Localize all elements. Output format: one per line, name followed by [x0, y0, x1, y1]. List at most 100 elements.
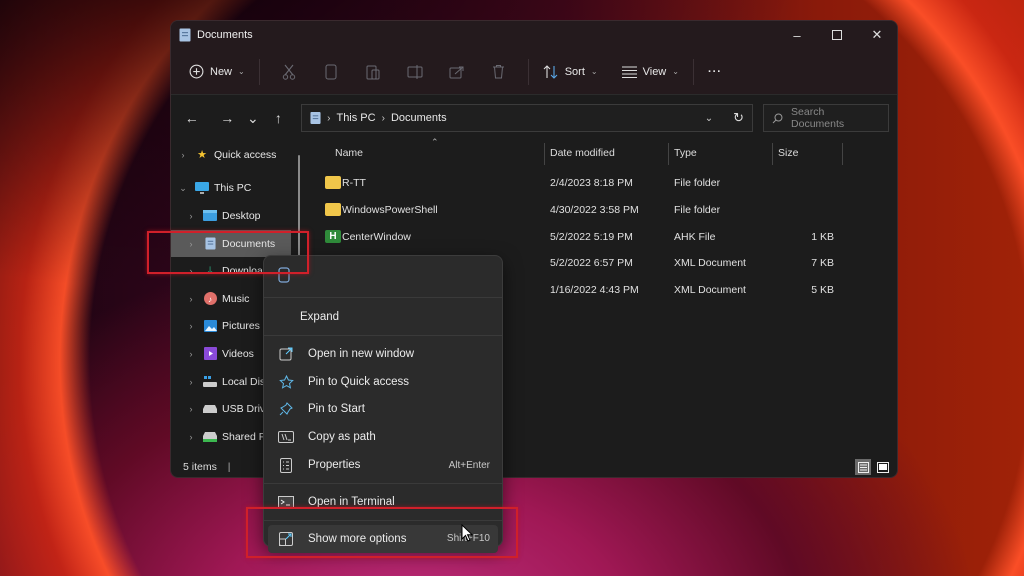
column-header-type[interactable]: Type — [674, 147, 697, 159]
chevron-right-icon[interactable]: › — [185, 294, 197, 304]
menu-item-open-new-window[interactable]: Open in new window — [264, 340, 502, 368]
sidebar-item-desktop[interactable]: › Desktop — [171, 202, 301, 230]
chevron-right-icon[interactable]: › — [185, 432, 197, 442]
column-divider[interactable] — [668, 143, 669, 165]
rename-button[interactable] — [394, 64, 436, 79]
sidebar-item-quick-access[interactable]: › ★ Quick access — [171, 141, 301, 169]
details-view-button[interactable] — [855, 459, 871, 475]
chevron-right-icon[interactable]: › — [177, 150, 189, 160]
item-count: 5 items — [183, 461, 217, 473]
file-date: 2/4/2023 8:18 PM — [550, 177, 633, 189]
menu-item-properties[interactable]: Properties Alt+Enter — [264, 451, 502, 479]
chevron-right-icon[interactable]: › — [185, 211, 197, 221]
usb-drive-icon — [203, 402, 217, 416]
chevron-right-icon[interactable]: › — [185, 404, 197, 414]
chevron-right-icon[interactable]: › — [185, 239, 197, 249]
ahk-file-icon: H — [325, 229, 341, 243]
context-menu: Expand Open in new window Pin to Quick a… — [263, 255, 503, 553]
sidebar-item-documents[interactable]: › Documents — [171, 229, 291, 258]
view-label: View — [642, 65, 667, 78]
menu-item-open-terminal[interactable]: Open in Terminal — [264, 488, 502, 516]
chevron-right-icon[interactable]: › — [185, 266, 197, 276]
search-placeholder: Search Documents — [791, 106, 845, 130]
divider — [692, 58, 694, 85]
address-bar[interactable]: › This PC › Documents ⌄ ↻ — [301, 104, 754, 132]
cut-button[interactable] — [268, 64, 310, 80]
shortcut-hint: Alt+Enter — [448, 459, 490, 471]
search-input[interactable]: Search Documents — [763, 104, 890, 132]
sidebar-item-this-pc[interactable]: ⌄ This PC — [171, 175, 301, 203]
column-divider[interactable] — [842, 143, 843, 165]
copy-icon[interactable] — [278, 267, 290, 286]
more-options-button[interactable]: ··· — [702, 60, 728, 84]
new-button[interactable]: New ⌄ — [183, 58, 251, 85]
documents-icon — [179, 28, 191, 42]
file-type: XML Document — [674, 257, 746, 270]
file-row[interactable]: R-TT 2/4/2023 8:18 PM File folder — [311, 170, 897, 197]
column-divider[interactable] — [772, 143, 773, 165]
file-row[interactable]: WindowsPowerShell 4/30/2022 3:58 PM File… — [311, 197, 897, 224]
folder-icon — [325, 202, 341, 216]
scissors-icon — [282, 64, 295, 80]
refresh-icon[interactable]: ↻ — [733, 110, 744, 126]
file-name: R-TT — [342, 177, 366, 189]
menu-item-copy-as-path[interactable]: Copy as path — [264, 423, 502, 451]
forward-button[interactable]: → — [215, 110, 241, 126]
chevron-right-icon[interactable]: › — [185, 349, 197, 359]
chevron-right-icon: › — [381, 112, 385, 124]
svg-text:♪: ♪ — [208, 295, 212, 304]
large-icons-view-icon — [877, 461, 889, 473]
documents-icon — [203, 237, 217, 251]
copy-button[interactable] — [310, 64, 352, 80]
plus-circle-icon — [189, 64, 204, 79]
view-button[interactable]: View ⌄ — [616, 60, 685, 84]
file-type: File folder — [674, 203, 721, 216]
divider — [258, 58, 260, 85]
download-icon: ⤓ — [207, 264, 213, 277]
column-header-name[interactable]: Name — [335, 147, 363, 159]
address-dropdown-icon[interactable]: ⌄ — [705, 113, 713, 124]
navigation-bar: ← → ⌄ ↑ › This PC › Documents ⌄ ↻ Search… — [171, 95, 897, 141]
title-bar[interactable]: Documents – ✕ — [171, 21, 897, 49]
folder-icon — [325, 176, 341, 189]
close-button[interactable]: ✕ — [857, 21, 897, 49]
maximize-button[interactable] — [817, 21, 857, 49]
open-new-window-icon — [276, 346, 296, 362]
menu-item-pin-start[interactable]: Pin to Start — [264, 396, 502, 424]
search-icon — [772, 113, 783, 123]
back-button[interactable]: ← — [179, 110, 205, 126]
sort-ascending-icon: ⌃ — [431, 137, 439, 147]
share-button[interactable] — [436, 65, 478, 79]
chevron-down-icon: ⌄ — [672, 67, 679, 76]
chevron-right-icon[interactable]: › — [185, 377, 197, 387]
file-name: CenterWindow — [342, 230, 411, 243]
breadcrumb-this-pc[interactable]: This PC — [336, 112, 375, 124]
sort-button[interactable]: Sort ⌄ — [537, 59, 604, 85]
column-divider[interactable] — [544, 143, 545, 165]
details-view-icon — [857, 461, 869, 473]
column-header-size[interactable]: Size — [778, 147, 798, 159]
file-row[interactable]: H CenterWindow 5/2/2022 5:19 PM AHK File… — [311, 224, 897, 251]
menu-item-pin-quick-access[interactable]: Pin to Quick access — [264, 368, 502, 396]
file-size: 5 KB — [811, 284, 834, 297]
menu-item-expand[interactable]: Expand — [264, 298, 502, 336]
delete-button[interactable] — [478, 64, 520, 79]
minimize-button[interactable]: – — [777, 21, 817, 49]
file-type: AHK File — [674, 230, 716, 243]
recent-locations-button[interactable]: ⌄ — [240, 110, 266, 127]
large-icons-view-button[interactable] — [875, 459, 891, 475]
column-header-date[interactable]: Date modified — [550, 147, 615, 159]
status-bar: 5 items | — [183, 461, 231, 473]
column-headers: ⌃ Name Date modified Type Size — [311, 137, 897, 165]
file-size: 7 KB — [811, 257, 834, 270]
view-switcher — [855, 459, 891, 475]
up-button[interactable]: ↑ — [266, 110, 292, 126]
chevron-down-icon[interactable]: ⌄ — [177, 183, 189, 194]
file-type: XML Document — [674, 284, 746, 297]
chevron-right-icon[interactable]: › — [185, 321, 197, 331]
breadcrumb-documents[interactable]: Documents — [391, 112, 447, 124]
copy-icon — [325, 64, 337, 79]
paste-button[interactable] — [352, 64, 394, 80]
file-size: 1 KB — [811, 230, 834, 243]
star-outline-icon — [276, 374, 296, 390]
